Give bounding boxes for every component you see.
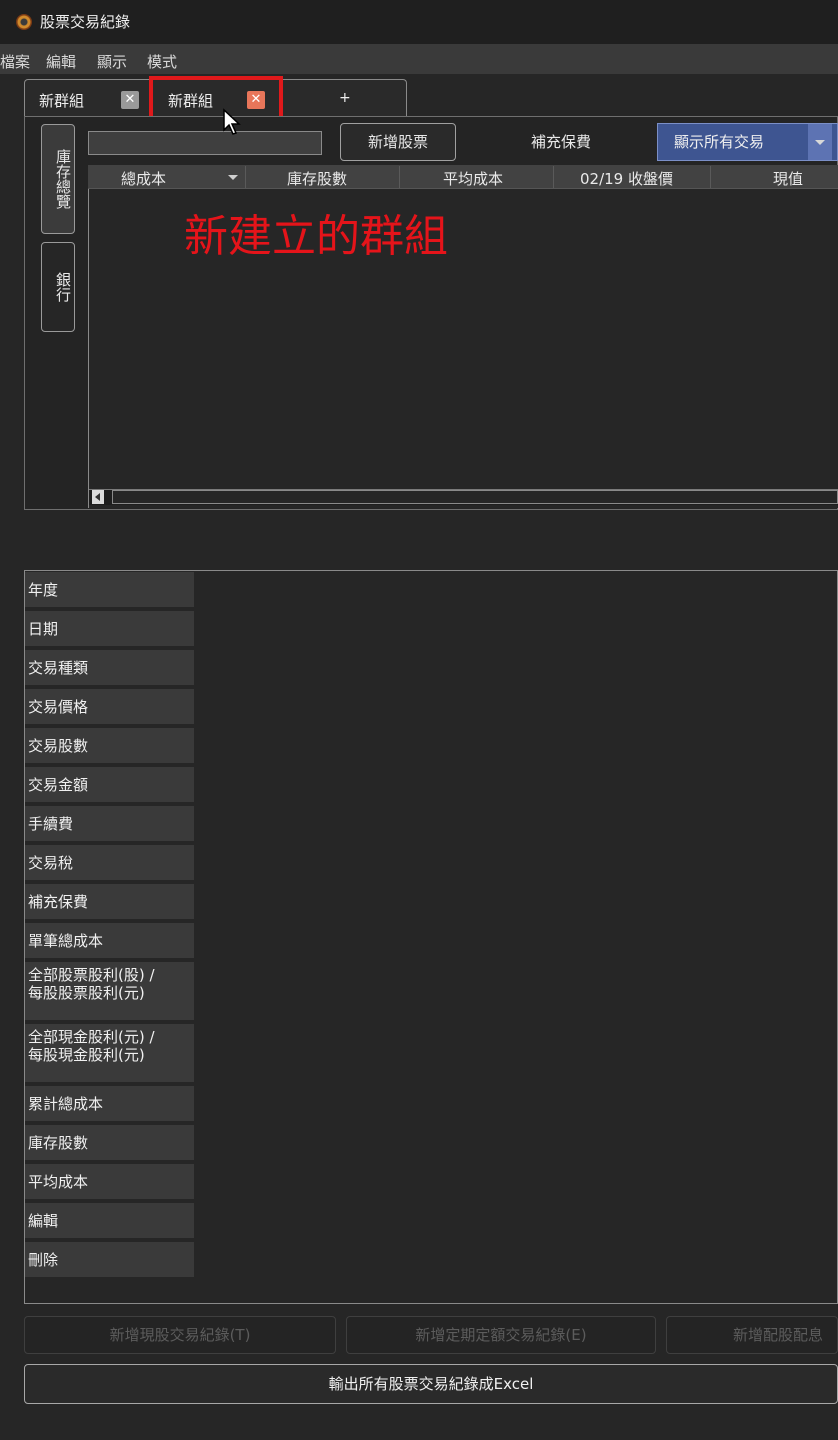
add-stock-button[interactable]: 新增股票	[340, 123, 456, 161]
row-header-line: 全部現金股利(元) /	[28, 1028, 155, 1046]
row-header-trade-type: 交易種類	[25, 650, 194, 687]
side-tab-bank[interactable]: 銀行	[41, 242, 75, 332]
tab-close-icon[interactable]: ✕	[121, 91, 139, 109]
menu-mode[interactable]: 模式	[147, 51, 177, 72]
chevron-down-icon[interactable]	[808, 124, 832, 160]
sort-down-icon	[228, 175, 238, 180]
supplement-label: 補充保費	[531, 133, 592, 151]
row-header-year: 年度	[25, 572, 194, 609]
column-header[interactable]: 總成本	[121, 168, 166, 189]
stock-select[interactable]	[88, 131, 322, 155]
row-header-holding-shares: 庫存股數	[25, 1125, 194, 1162]
add-periodic-trade-button[interactable]: 新增定期定額交易紀錄(E)	[346, 1316, 656, 1354]
column-header[interactable]: 平均成本	[443, 168, 503, 189]
window-title: 股票交易紀錄	[40, 13, 131, 31]
row-header-delete: 刪除	[25, 1242, 194, 1279]
row-header-line: 每股現金股利(元)	[28, 1046, 145, 1064]
row-header-line: 全部股票股利(股) /	[28, 966, 155, 984]
tab-group-1[interactable]: 新群組	[39, 90, 84, 111]
add-spot-trade-button[interactable]: 新增現股交易紀錄(T)	[24, 1316, 336, 1354]
new-tab-plus-icon[interactable]: +	[339, 90, 351, 106]
export-excel-button[interactable]: 輸出所有股票交易紀錄成Excel	[24, 1364, 838, 1404]
row-header-date: 日期	[25, 611, 194, 648]
transaction-filter-value: 顯示所有交易	[674, 133, 765, 151]
row-header-supplement: 補充保費	[25, 884, 194, 921]
add-dividend-button[interactable]: 新增配股配息	[666, 1316, 838, 1354]
app-icon	[16, 14, 32, 30]
mouse-cursor-icon	[223, 108, 241, 135]
row-header-line: 每股股票股利(元)	[28, 984, 145, 1002]
row-header-stock-dividend: 全部股票股利(股) / 每股股票股利(元)	[25, 962, 194, 1022]
row-header-single-total: 單筆總成本	[25, 923, 194, 960]
scroll-left-icon[interactable]	[92, 490, 104, 504]
row-header-trade-shares: 交易股數	[25, 728, 194, 765]
menu-bar: 檔案 編輯 顯示 模式	[0, 44, 838, 74]
column-header[interactable]: 02/19 收盤價	[580, 168, 673, 189]
column-header[interactable]: 庫存股數	[287, 168, 347, 189]
column-header[interactable]: 現值	[773, 168, 803, 189]
menu-view[interactable]: 顯示	[97, 51, 127, 72]
row-header-tax: 交易稅	[25, 845, 194, 882]
side-tab-inventory[interactable]: 庫存總覽	[41, 124, 75, 234]
row-header-fee: 手續費	[25, 806, 194, 843]
row-header-trade-price: 交易價格	[25, 689, 194, 726]
row-header-average-cost: 平均成本	[25, 1164, 194, 1201]
menu-file[interactable]: 檔案	[0, 51, 30, 72]
row-header-trade-amount: 交易金額	[25, 767, 194, 804]
row-header-cash-dividend: 全部現金股利(元) / 每股現金股利(元)	[25, 1024, 194, 1084]
annotation-caption: 新建立的群組	[184, 211, 448, 262]
row-header-cumulative-cost: 累計總成本	[25, 1086, 194, 1123]
menu-edit[interactable]: 編輯	[46, 51, 76, 72]
row-header-edit: 編輯	[25, 1203, 194, 1240]
scrollbar-thumb[interactable]	[112, 490, 838, 504]
